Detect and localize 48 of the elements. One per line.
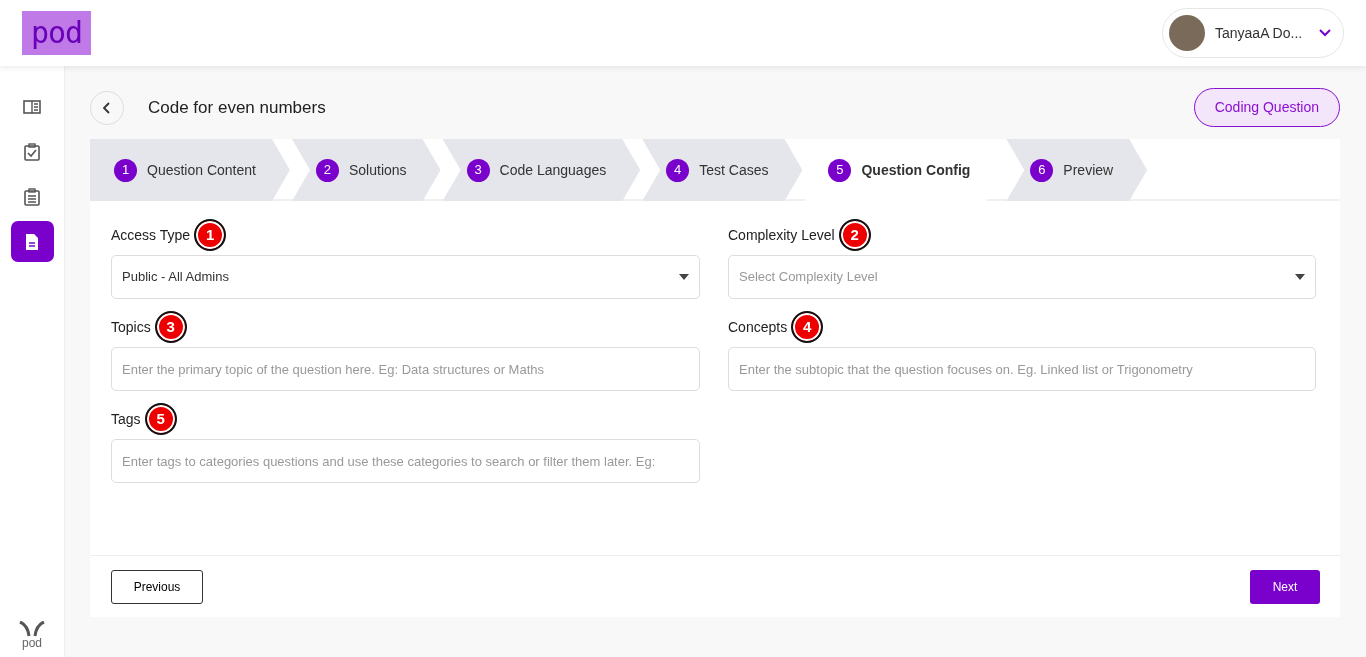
- input-field[interactable]: Enter tags to categories questions and use these categories to search or filter them later. Eg:: [111, 439, 700, 483]
- input-field[interactable]: Enter the subtopic that the question focuses on. Eg. Linked list or Trigonometry: [728, 347, 1316, 391]
- step-number: 5: [828, 158, 852, 182]
- step-number: 1: [114, 158, 137, 182]
- step-tab[interactable]: 3 Code Languages: [442, 139, 641, 201]
- dropdown-caret-icon: [1295, 274, 1305, 280]
- avatar-placeholder: [1169, 15, 1205, 51]
- number-marker: 5: [144, 403, 177, 435]
- step-number: 6: [1030, 158, 1054, 182]
- step-number: 2: [315, 158, 339, 182]
- question-type-badge: Coding Question: [1193, 88, 1340, 127]
- user-menu[interactable]: TanyaaA Do...: [1162, 8, 1344, 58]
- input-field[interactable]: Enter the primary topic of the question here. Eg: Data structures or Maths: [111, 347, 700, 391]
- field-label: Topics: [111, 317, 151, 337]
- pod-footer-logo: pod: [18, 621, 46, 657]
- number-marker: 4: [791, 311, 824, 343]
- next-button[interactable]: Next: [1250, 569, 1320, 604]
- step-tab[interactable]: 6 Preview: [1006, 139, 1148, 201]
- step-label: Code Languages: [499, 160, 607, 180]
- select-field[interactable]: Public - All Admins: [111, 255, 700, 299]
- step-number: 4: [666, 158, 690, 182]
- step-label: Question Config: [861, 160, 971, 180]
- step-tab[interactable]: 1 Question Content: [90, 139, 290, 201]
- number-marker: 1: [194, 219, 227, 251]
- page-title: Code for even numbers: [148, 96, 326, 119]
- clipboard-check-icon: [22, 141, 42, 162]
- chevron-left-icon: [103, 101, 111, 114]
- number-marker: 3: [154, 311, 187, 343]
- step-label: Solutions: [348, 160, 407, 180]
- back-button[interactable]: [90, 90, 124, 125]
- clipboard-list-icon: [22, 186, 42, 207]
- field-label: Concepts: [728, 317, 788, 337]
- step-tab[interactable]: 4 Test Cases: [642, 139, 803, 201]
- user-name: TanyaaA Do...: [1215, 23, 1304, 43]
- field-label: Complexity Level: [728, 225, 835, 245]
- step-label: Test Cases: [699, 160, 769, 180]
- dropdown-caret-icon: [679, 274, 689, 280]
- step-number: 3: [466, 158, 490, 182]
- field-label: Access Type: [111, 225, 191, 245]
- previous-button[interactable]: Previous: [111, 569, 203, 604]
- pod-logo: pod: [22, 11, 91, 55]
- step-label: Preview: [1063, 160, 1114, 180]
- step-label: Question Content: [147, 160, 256, 180]
- chevron-down-icon: [1319, 29, 1331, 37]
- step-tab[interactable]: 2 Solutions: [291, 139, 441, 201]
- number-marker: 2: [838, 219, 871, 251]
- field-label: Tags: [111, 409, 141, 429]
- sidebar-item[interactable]: [10, 221, 54, 262]
